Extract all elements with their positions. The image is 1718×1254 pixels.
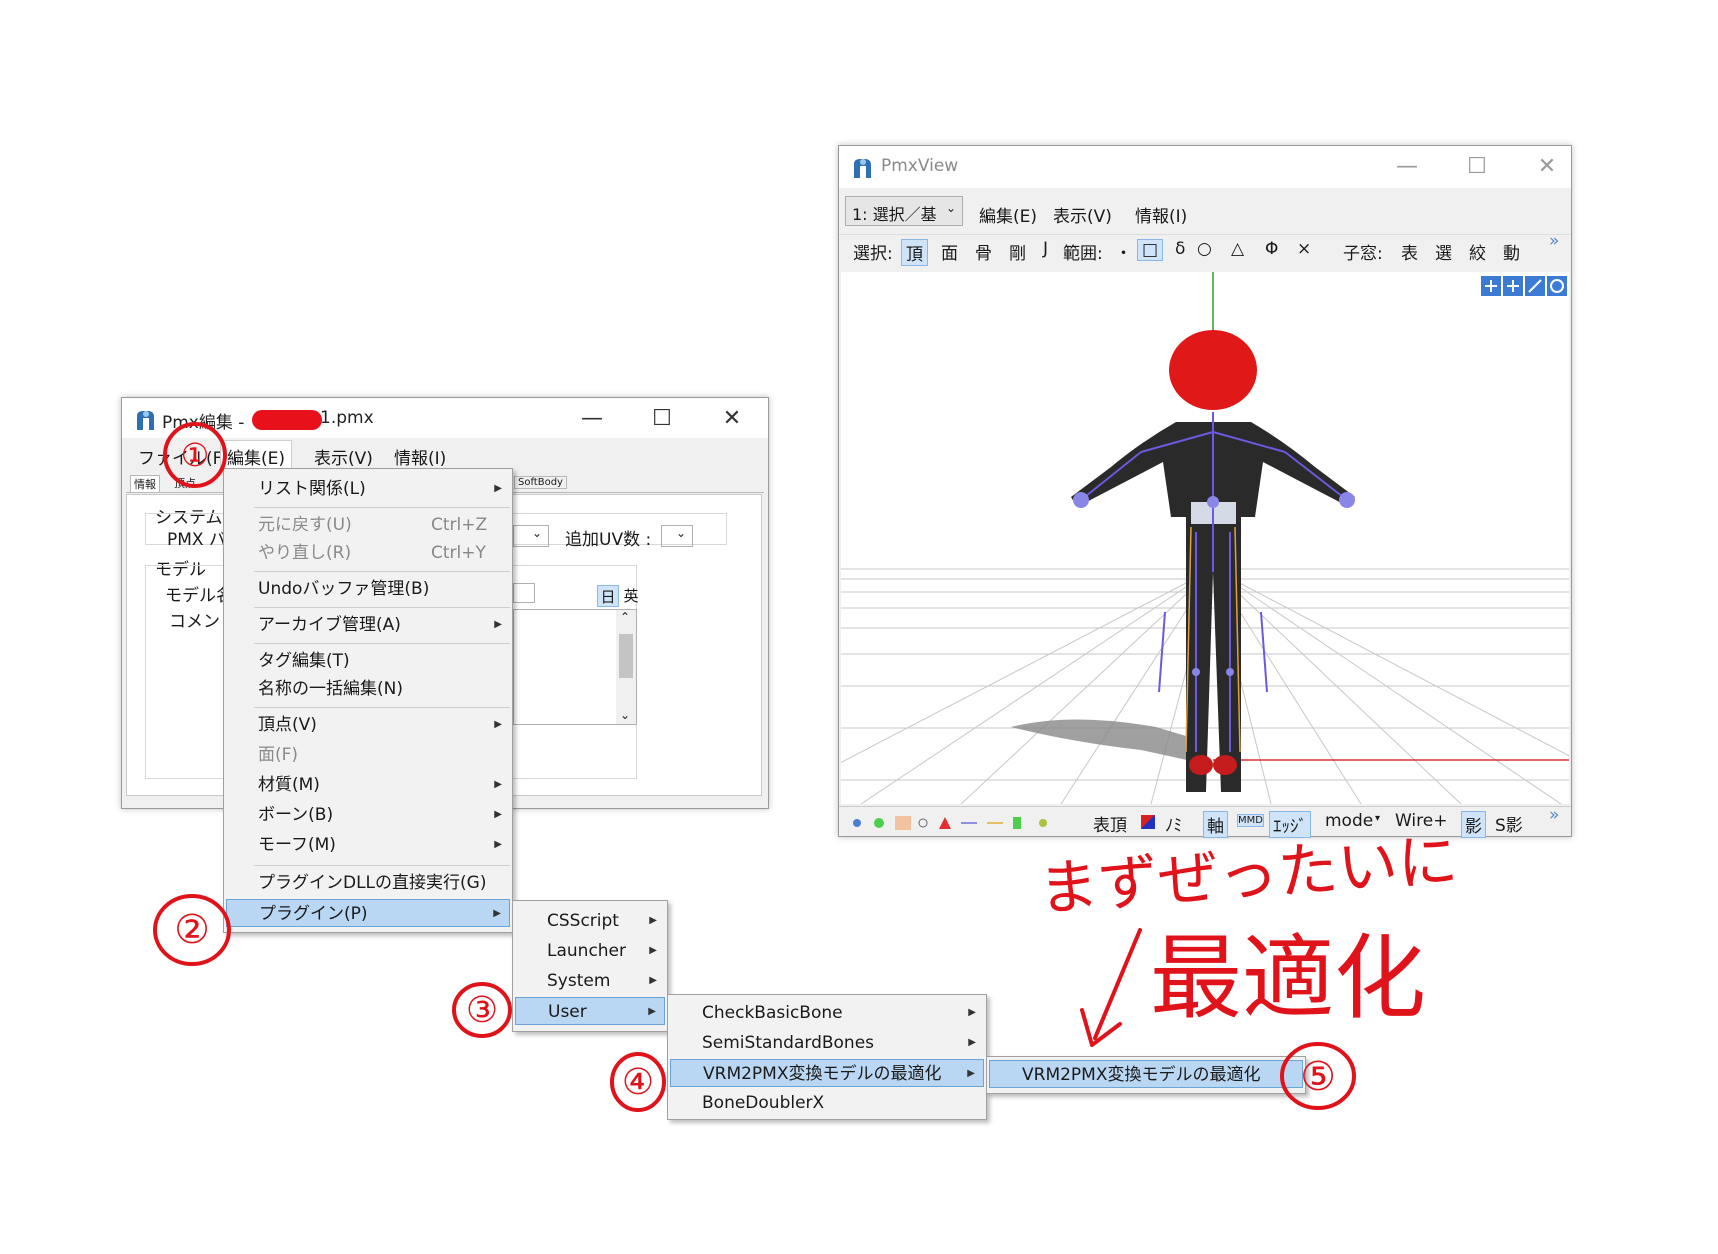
svg-text:⑤: ⑤ — [1300, 1054, 1336, 1100]
svg-text:④: ④ — [622, 1062, 654, 1103]
step2-marker: ② — [153, 894, 231, 966]
svg-text:③: ③ — [466, 990, 498, 1031]
step5-marker: ⑤ — [1280, 1042, 1356, 1110]
step3-marker: ③ — [452, 982, 512, 1038]
svg-text:①: ① — [181, 436, 210, 474]
handwritten-annotations: ① ② ③ ④ ⑤ まずぜったいに 最適化 — [153, 422, 1460, 1112]
svg-text:②: ② — [174, 907, 210, 953]
step4-marker: ④ — [610, 1052, 666, 1112]
handwritten-note-line1: まずぜったいに — [1036, 826, 1460, 925]
step1-marker: ① — [163, 422, 227, 488]
handwritten-note-line2: 最適化 — [1150, 925, 1426, 1032]
annotation-arrow — [1080, 928, 1142, 1047]
